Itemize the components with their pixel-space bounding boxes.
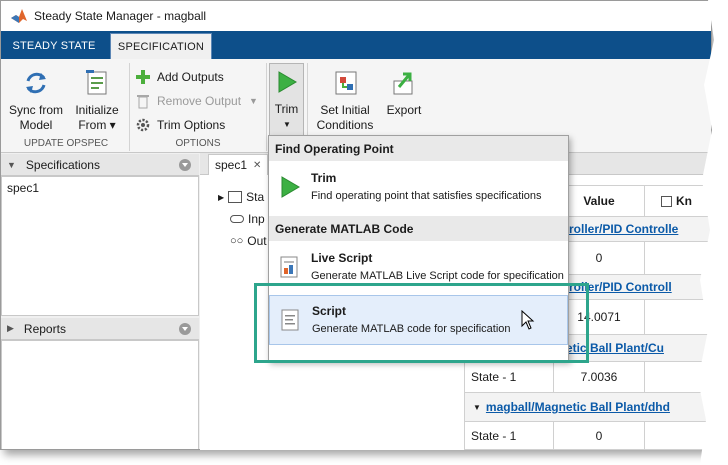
reports-list (1, 340, 199, 449)
trim-options-button[interactable]: Trim Options (135, 115, 225, 135)
chevron-down-icon: ▼ (283, 120, 291, 129)
play-icon (278, 71, 297, 93)
value-cell[interactable]: 7.0036 (553, 361, 645, 393)
add-outputs-label: Add Outputs (157, 70, 224, 84)
matlab-logo-icon (11, 9, 27, 23)
highlight-box (254, 283, 589, 363)
torn-edge (698, 0, 728, 465)
tree-label: Out (247, 234, 267, 248)
state-block-icon (228, 191, 243, 203)
trim-button[interactable]: Trim ▼ (269, 63, 304, 136)
column-header-known-label: Kn (676, 194, 692, 208)
menu-item-trim[interactable]: Trim Find operating point that satisfies… (269, 163, 568, 213)
tree-row[interactable]: ▶ Sta (218, 189, 264, 205)
specifications-panel-header: ▼ Specifications (1, 154, 199, 176)
block-link[interactable]: roller/PID Controlle (569, 222, 678, 236)
tree-row[interactable]: Inp (230, 211, 265, 227)
state-name-cell: State - 1 (464, 421, 554, 450)
input-port-icon (230, 215, 244, 223)
group-label-options: OPTIONS (175, 138, 221, 149)
trim-options-label: Trim Options (157, 118, 226, 132)
close-icon[interactable]: ✕ (253, 160, 261, 171)
tab-bar: STEADY STATE SPECIFICATION (1, 31, 711, 59)
toolstrip-separator (129, 63, 130, 151)
menu-item-description: Find operating point that satisfies spec… (311, 190, 542, 202)
set-initial-conditions-icon (335, 71, 357, 95)
expand-arrow-icon: ▼ (473, 402, 481, 412)
menu-item-description: Generate MATLAB Live Script code for spe… (311, 270, 564, 282)
export-label: Export (386, 103, 422, 117)
trim-label: Trim (274, 102, 299, 116)
export-icon (393, 72, 413, 95)
tab-spec1[interactable]: spec1 ✕ (208, 154, 269, 175)
expand-arrow-icon: ▶ (218, 192, 225, 202)
panel-collapse-arrow-icon: ▼ (7, 159, 16, 170)
chevron-down-icon: ▼ (249, 96, 258, 106)
state-name-cell: State - 1 (464, 361, 554, 393)
sync-label-1: Sync from (8, 103, 63, 117)
panel-menu-icon[interactable] (179, 323, 191, 335)
export-button[interactable]: Export (381, 65, 427, 137)
sync-from-model-button[interactable]: Sync from Model (5, 65, 67, 137)
set-initial-label-1: Set Initial (320, 103, 370, 117)
panel-menu-icon[interactable] (179, 159, 191, 171)
live-script-icon (280, 256, 298, 278)
reports-panel-title: Reports (23, 321, 66, 336)
block-link[interactable]: magball/Magnetic Ball Plant/dhd (486, 400, 670, 414)
list-item[interactable]: spec1 (2, 177, 198, 199)
doc-tab-label: spec1 (215, 158, 248, 172)
checkbox-icon[interactable] (661, 195, 672, 207)
initialize-label-1: Initialize (75, 103, 119, 117)
tree-label: Inp (248, 212, 265, 226)
menu-item-title: Live Script (311, 251, 373, 265)
menu-section-header: Generate MATLAB Code (269, 216, 568, 241)
value-cell[interactable]: 0 (553, 421, 645, 450)
toolstrip-separator (266, 63, 267, 151)
play-icon (281, 176, 300, 198)
title-bar: Steady State Manager - magball (1, 1, 711, 31)
sync-label-2: Model (19, 118, 53, 132)
trash-icon (137, 95, 149, 109)
output-port-icon: ○○ (230, 235, 244, 247)
table-row[interactable]: ▼ magball/Magnetic Ball Plant/dhd (464, 392, 712, 422)
specifications-panel-title: Specifications (25, 157, 100, 172)
initialize-icon (86, 70, 107, 95)
add-outputs-button[interactable]: Add Outputs (135, 67, 224, 87)
group-label-update-opspec: UPDATE OPSPEC (23, 138, 109, 149)
gear-icon (136, 118, 150, 132)
plus-icon (136, 70, 150, 84)
window-title: Steady State Manager - magball (34, 9, 207, 23)
initialize-from-button[interactable]: Initialize From ▾ (69, 65, 125, 137)
specifications-list: spec1 (1, 176, 199, 316)
tab-steady-state[interactable]: STEADY STATE (1, 33, 107, 59)
remove-output-button[interactable]: Remove Output ▼ (135, 91, 258, 111)
set-initial-label-2: Conditions (316, 118, 374, 132)
reports-panel-header: ▶ Reports (1, 318, 199, 340)
remove-output-label: Remove Output (157, 94, 242, 108)
sync-icon (26, 72, 46, 94)
tab-specification[interactable]: SPECIFICATION (110, 33, 212, 59)
panel-expand-arrow-icon: ▶ (7, 323, 14, 333)
set-initial-conditions-button[interactable]: Set Initial Conditions (311, 65, 379, 137)
menu-section-header: Find Operating Point (269, 136, 568, 161)
tree-label: Sta (246, 190, 265, 204)
menu-item-title: Trim (311, 171, 337, 185)
tree-row[interactable]: ○○ Out (230, 233, 267, 249)
initialize-label-2: From ▾ (78, 118, 116, 132)
